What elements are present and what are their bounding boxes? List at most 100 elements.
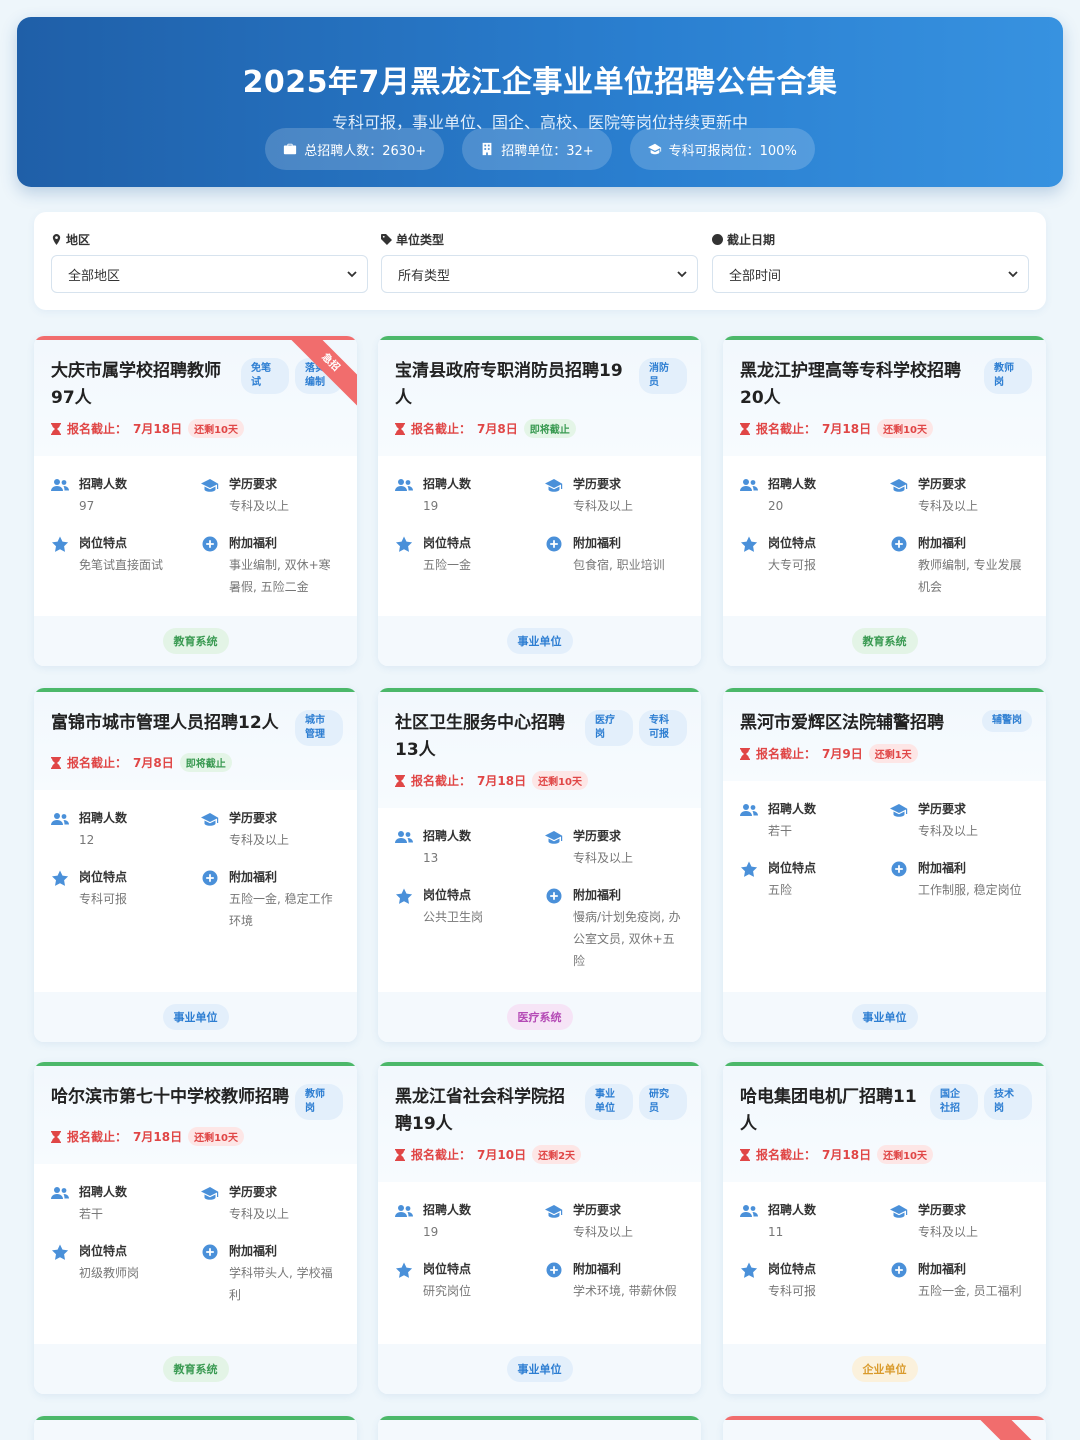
job-title[interactable]: 哈尔滨市第七十中学校教师招聘 xyxy=(51,1084,289,1111)
deadline-date: 7月10日 xyxy=(477,1148,527,1162)
card-header: 哈尔滨市第七十中学校教师招聘 教师岗 报名截止： 7月18日 还剩10天 xyxy=(34,1066,357,1164)
users-icon xyxy=(740,1205,758,1217)
deadline-prefix: 报名截止： xyxy=(67,1130,128,1144)
deadline-date: 7月18日 xyxy=(477,774,527,788)
job-card[interactable]: 哈电集团电机厂招聘11人 国企社招 技术岗 报名截止： 7月18日 还剩10天 招… xyxy=(723,1062,1046,1394)
graduation-cap-icon xyxy=(545,1205,563,1218)
info-count: 招聘人数 若干 xyxy=(51,1184,201,1225)
info-value: 大专可报 xyxy=(768,558,817,572)
info-value: 13 xyxy=(423,851,439,865)
deadline-date: 7月18日 xyxy=(822,1148,872,1162)
info-label: 附加福利 xyxy=(229,536,278,550)
users-icon xyxy=(395,479,413,491)
remaining-days-badge: 还剩10天 xyxy=(188,1127,244,1146)
category-badge[interactable]: 事业单位 xyxy=(851,1004,918,1030)
job-card-partial[interactable] xyxy=(34,1416,357,1440)
info-label: 招聘人数 xyxy=(79,477,128,491)
job-card[interactable]: 黑龙江省社会科学院招聘19人 事业单位 研究员 报名截止： 7月10日 还剩2天 … xyxy=(378,1062,701,1394)
star-icon xyxy=(396,1262,413,1278)
info-value: 学术环境, 带薪休假 xyxy=(573,1284,677,1298)
card-header: 急招 大庆市属学校招聘教师97人 免笔试 落实编制 报名截止： 7月18日 还剩1… xyxy=(34,336,357,456)
job-title[interactable]: 富锦市城市管理人员招聘12人 xyxy=(51,710,289,737)
info-label: 学历要求 xyxy=(918,1203,967,1217)
deadline-select[interactable]: 全部时间 xyxy=(712,255,1029,293)
filter-region: 地区 全部地区 xyxy=(51,231,368,293)
info-education: 学历要求 专科及以上 xyxy=(201,810,340,851)
category-badge[interactable]: 教育系统 xyxy=(851,628,918,654)
category-badge[interactable]: 事业单位 xyxy=(162,1004,229,1030)
stat-employers: 招聘单位：32+ xyxy=(462,128,612,170)
info-label: 学历要求 xyxy=(573,829,622,843)
info-value: 五险一金 xyxy=(423,558,472,572)
job-tag: 技术岗 xyxy=(984,1084,1032,1120)
job-title[interactable]: 哈电集团电机厂招聘11人 xyxy=(740,1084,924,1138)
info-value: 19 xyxy=(423,499,439,513)
users-icon xyxy=(740,804,758,816)
job-tag: 国企社招 xyxy=(930,1084,978,1120)
info-feature: 岗位特点 初级教师岗 xyxy=(51,1243,201,1306)
stat-label: 专科可报岗位：100% xyxy=(668,143,797,159)
stats-row: 总招聘人数：2630+ 招聘单位：32+ 专科可报岗位：100% xyxy=(17,128,1063,170)
info-label: 学历要求 xyxy=(573,1203,622,1217)
chevron-down-icon xyxy=(1008,271,1018,278)
info-value: 20 xyxy=(768,499,784,513)
stat-total-hires: 总招聘人数：2630+ xyxy=(265,128,445,170)
info-value: 专科及以上 xyxy=(573,499,634,513)
job-card[interactable]: 富锦市城市管理人员招聘12人 城市管理 报名截止： 7月8日 即将截止 招聘人数… xyxy=(34,688,357,1042)
job-title[interactable]: 黑龙江护理高等专科学校招聘20人 xyxy=(740,358,978,412)
info-count: 招聘人数 若干 xyxy=(740,801,890,842)
job-title[interactable]: 黑河市爱辉区法院辅警招聘 xyxy=(740,710,976,737)
category-badge[interactable]: 企业单位 xyxy=(851,1356,918,1382)
category-badge[interactable]: 医疗系统 xyxy=(506,1004,573,1030)
info-label: 附加福利 xyxy=(918,861,967,875)
job-card-partial[interactable] xyxy=(378,1416,701,1440)
job-title[interactable]: 大庆市属学校招聘教师97人 xyxy=(51,358,235,412)
info-feature: 岗位特点 五险 xyxy=(740,860,890,901)
info-benefit: 附加福利 工作制服, 稳定岗位 xyxy=(890,860,1029,901)
category-badge[interactable]: 教育系统 xyxy=(162,1356,229,1382)
stat-college-eligible: 专科可报岗位：100% xyxy=(629,128,815,170)
info-education: 学历要求 专科及以上 xyxy=(890,476,1029,517)
deadline-date: 7月9日 xyxy=(822,747,863,761)
clock-icon xyxy=(712,233,723,245)
card-header: 黑龙江护理高等专科学校招聘20人 教师岗 报名截止： 7月18日 还剩10天 xyxy=(723,340,1046,456)
card-header: 宝清县政府专职消防员招聘19人 消防员 报名截止： 7月8日 即将截止 xyxy=(378,340,701,456)
job-tags: 国企社招 技术岗 xyxy=(930,1084,1032,1120)
info-label: 招聘人数 xyxy=(79,811,128,825)
deadline-row: 报名截止： 7月18日 还剩10天 xyxy=(51,1127,343,1164)
users-icon xyxy=(51,1187,69,1199)
info-label: 招聘人数 xyxy=(768,802,817,816)
info-label: 招聘人数 xyxy=(768,477,817,491)
job-card[interactable]: 黑龙江护理高等专科学校招聘20人 教师岗 报名截止： 7月18日 还剩10天 招… xyxy=(723,336,1046,666)
job-card-partial[interactable] xyxy=(723,1416,1046,1440)
region-select[interactable]: 全部地区 xyxy=(51,255,368,293)
category-badge[interactable]: 事业单位 xyxy=(506,1356,573,1382)
job-card[interactable]: 黑河市爱辉区法院辅警招聘 辅警岗 报名截止： 7月9日 还剩1天 招聘人数 若干 … xyxy=(723,688,1046,1042)
job-tag: 专科可报 xyxy=(639,710,687,746)
job-card[interactable]: 宝清县政府专职消防员招聘19人 消防员 报名截止： 7月8日 即将截止 招聘人数… xyxy=(378,336,701,666)
job-title[interactable]: 黑龙江省社会科学院招聘19人 xyxy=(395,1084,579,1138)
info-value: 97 xyxy=(79,499,95,513)
deadline-row: 报名截止： 7月8日 即将截止 xyxy=(395,419,687,456)
job-title[interactable]: 社区卫生服务中心招聘13人 xyxy=(395,710,579,764)
users-icon xyxy=(51,813,69,825)
info-label: 岗位特点 xyxy=(423,536,472,550)
type-select[interactable]: 所有类型 xyxy=(381,255,698,293)
job-card[interactable]: 急招 大庆市属学校招聘教师97人 免笔试 落实编制 报名截止： 7月18日 还剩1… xyxy=(34,336,357,666)
job-tags: 教师岗 xyxy=(984,358,1032,394)
info-value: 若干 xyxy=(768,824,793,838)
info-label: 附加福利 xyxy=(229,1244,278,1258)
info-label: 岗位特点 xyxy=(79,870,128,884)
hero-banner: 2025年7月黑龙江企事业单位招聘公告合集 专科可报，事业单位、国企、高校、医院… xyxy=(17,17,1063,187)
job-tag: 研究员 xyxy=(639,1084,687,1120)
job-card[interactable]: 社区卫生服务中心招聘13人 医疗岗 专科可报 报名截止： 7月18日 还剩10天 … xyxy=(378,688,701,1042)
category-badge[interactable]: 事业单位 xyxy=(506,628,573,654)
job-card[interactable]: 哈尔滨市第七十中学校教师招聘 教师岗 报名截止： 7月18日 还剩10天 招聘人… xyxy=(34,1062,357,1394)
info-education: 学历要求 专科及以上 xyxy=(201,1184,340,1225)
info-label: 岗位特点 xyxy=(423,888,472,902)
info-value: 专科及以上 xyxy=(229,1207,290,1221)
map-marker-icon xyxy=(52,233,61,245)
category-badge[interactable]: 教育系统 xyxy=(162,628,229,654)
card-details: 招聘人数 若干 学历要求 专科及以上 岗位特点 初级教师岗 附加福利 学科带头人, 学校… xyxy=(34,1164,357,1306)
job-title[interactable]: 宝清县政府专职消防员招聘19人 xyxy=(395,358,633,412)
